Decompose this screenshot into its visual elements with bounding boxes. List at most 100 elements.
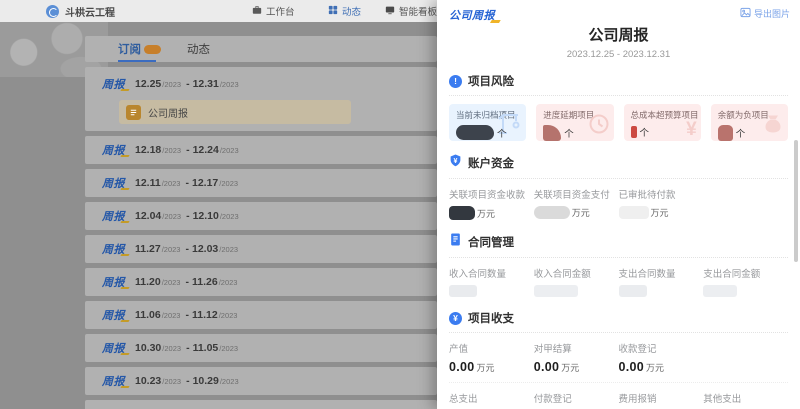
redacted-value bbox=[703, 285, 737, 297]
redacted-value bbox=[619, 285, 647, 297]
list-item-partial[interactable] bbox=[85, 400, 437, 409]
metric-label: 关联项目资金支付 bbox=[534, 187, 619, 201]
report-doc-icon bbox=[126, 105, 141, 120]
nav-smart-board-label: 智能看板 bbox=[399, 4, 437, 18]
list-item[interactable]: 周报 11.20/2023-11.26/2023 bbox=[85, 268, 437, 296]
date-end-year: /2023 bbox=[219, 278, 238, 287]
yen-circle-icon: ¥ bbox=[449, 312, 462, 325]
list-subitem-company-weekly[interactable]: 公司周报 bbox=[119, 100, 351, 124]
date-start: 11.06 bbox=[135, 309, 161, 321]
list-item[interactable]: 周报 10.30/2023-11.05/2023 bbox=[85, 334, 437, 362]
date-start-year: /2023 bbox=[162, 245, 181, 254]
tab-dynamics-label: 动态 bbox=[187, 41, 210, 57]
divider bbox=[449, 382, 788, 383]
export-image-button[interactable]: 导出图片 bbox=[740, 7, 790, 20]
date-end: 12.03 bbox=[192, 243, 218, 255]
metric-income-contract-count: 收入合同数量 bbox=[449, 266, 534, 297]
tab-dynamics[interactable]: 动态 bbox=[187, 41, 210, 57]
section-risk-header: ! 项目风险 bbox=[449, 73, 788, 89]
weekly-report-logo: 周报 bbox=[102, 373, 125, 389]
app-root: 斗栱云工程 工作台 动态 智能看板 订阅 动态 bbox=[0, 0, 800, 409]
metric-funds-payments: 关联项目资金支付 万元 bbox=[534, 187, 619, 220]
nav-dynamics[interactable]: 动态 bbox=[328, 0, 361, 22]
metric-label: 其他支出 bbox=[703, 391, 788, 405]
report-body: ! 项目风险 当前未归档项目 个 进度延期项目 个 总成本超预算项目 个 bbox=[437, 73, 800, 409]
metric-label: 收款登记 bbox=[619, 341, 704, 355]
weekly-report-logo: 周报 bbox=[102, 274, 125, 290]
metric-expense-reimbursement: 费用报销 0.00万元 bbox=[619, 391, 704, 409]
date-end: 10.29 bbox=[193, 375, 219, 387]
unit-label: 个 bbox=[640, 125, 650, 139]
unit-label: 万元 bbox=[477, 361, 495, 374]
metric-label: 费用报销 bbox=[619, 391, 704, 405]
nav-workbench[interactable]: 工作台 bbox=[252, 0, 295, 22]
unit-label: 个 bbox=[736, 126, 746, 140]
dimmed-background: 订阅 动态 周报 12.25 /2023 - 12.31 /2023 bbox=[0, 22, 437, 409]
metric-label: 付款登记 bbox=[534, 391, 619, 405]
date-end: 12.24 bbox=[193, 144, 219, 156]
section-funds-title: 账户资金 bbox=[468, 155, 514, 171]
date-end-year: /2023 bbox=[220, 377, 239, 386]
date-separator: - bbox=[185, 243, 189, 255]
list-item[interactable]: 周报 10.23/2023-10.29/2023 bbox=[85, 367, 437, 395]
date-end-year: /2023 bbox=[219, 179, 238, 188]
date-start: 12.11 bbox=[135, 177, 161, 189]
metric-label: 收入合同数量 bbox=[449, 266, 534, 280]
metric-output-value: 产值 0.00万元 bbox=[449, 341, 534, 374]
subscription-badge bbox=[144, 45, 161, 54]
section-budget-header: ¥ 项目收支 bbox=[449, 310, 788, 326]
report-date-range: 2023.12.25 - 2023.12.31 bbox=[437, 49, 800, 60]
list-item-expanded[interactable]: 周报 12.25 /2023 - 12.31 /2023 公司周报 bbox=[85, 67, 437, 131]
app-title: 斗栱云工程 bbox=[65, 4, 115, 19]
app-logo-icon bbox=[46, 5, 59, 18]
briefcase-icon bbox=[252, 5, 262, 18]
date-start-year: /2023 bbox=[162, 344, 181, 353]
date-end: 11.12 bbox=[192, 309, 218, 321]
shield-yen-icon: ¥ bbox=[449, 154, 462, 172]
funds-metrics: 关联项目资金收款 万元 关联项目资金支付 万元 已审批待付款 万元 bbox=[449, 187, 788, 220]
list-item[interactable]: 周报 11.27/2023-12.03/2023 bbox=[85, 235, 437, 263]
metric-label: 收入合同金额 bbox=[534, 266, 619, 280]
date-end-year: /2023 bbox=[219, 344, 238, 353]
tab-subscriptions[interactable]: 订阅 bbox=[118, 41, 161, 57]
unit-label: 万元 bbox=[651, 206, 669, 219]
redacted-value bbox=[619, 206, 649, 219]
tab-subscriptions-label: 订阅 bbox=[118, 41, 141, 57]
date-end: 11.05 bbox=[193, 342, 219, 354]
metric-label: 关联项目资金收款 bbox=[449, 187, 534, 201]
list-item[interactable]: 周报 12.04/2023-12.10/2023 bbox=[85, 202, 437, 230]
unit-label: 万元 bbox=[561, 361, 579, 374]
alert-icon: ! bbox=[449, 75, 462, 88]
svg-text:¥: ¥ bbox=[454, 158, 458, 165]
weekly-report-logo: 周报 bbox=[102, 307, 125, 323]
metric-value: 0.00 bbox=[619, 360, 645, 374]
metric-expense-contract-count: 支出合同数量 bbox=[619, 266, 704, 297]
weekly-report-logo: 周报 bbox=[102, 241, 125, 257]
metric-other-expense: 其他支出 0.00万元 bbox=[703, 391, 788, 409]
list-item[interactable]: 周报 11.06/2023-11.12/2023 bbox=[85, 301, 437, 329]
redacted-value bbox=[449, 285, 477, 297]
risk-card-over-budget: 总成本超预算项目 个 ¥ bbox=[624, 104, 701, 141]
drawer-header: 公司周报 导出图片 bbox=[437, 0, 800, 23]
redacted-value bbox=[534, 285, 578, 297]
list-item[interactable]: 周报 12.18/2023-12.24/2023 bbox=[85, 136, 437, 164]
redacted-value bbox=[631, 126, 637, 138]
export-image-label: 导出图片 bbox=[754, 7, 790, 20]
drawer-scrollbar[interactable] bbox=[794, 140, 798, 262]
date-end-year: /2023 bbox=[220, 80, 239, 89]
date-separator: - bbox=[186, 375, 190, 387]
list-item[interactable]: 周报 12.11/2023-12.17/2023 bbox=[85, 169, 437, 197]
date-end-year: /2023 bbox=[219, 245, 238, 254]
section-risk-title: 项目风险 bbox=[468, 73, 514, 89]
divider bbox=[449, 95, 788, 96]
metric-label: 支出合同金额 bbox=[703, 266, 788, 280]
metric-funds-receipts: 关联项目资金收款 万元 bbox=[449, 187, 534, 220]
budget-row1: 产值 0.00万元 对甲结算 0.00万元 收款登记 0.00万元 bbox=[449, 341, 788, 374]
date-separator: - bbox=[186, 78, 190, 90]
subitem-label: 公司周报 bbox=[148, 105, 188, 120]
date-start-year: /2023 bbox=[162, 80, 181, 89]
date-separator: - bbox=[185, 276, 189, 288]
active-tab-underline bbox=[118, 60, 156, 62]
date-start: 10.23 bbox=[135, 375, 161, 387]
date-start: 10.30 bbox=[135, 342, 161, 354]
